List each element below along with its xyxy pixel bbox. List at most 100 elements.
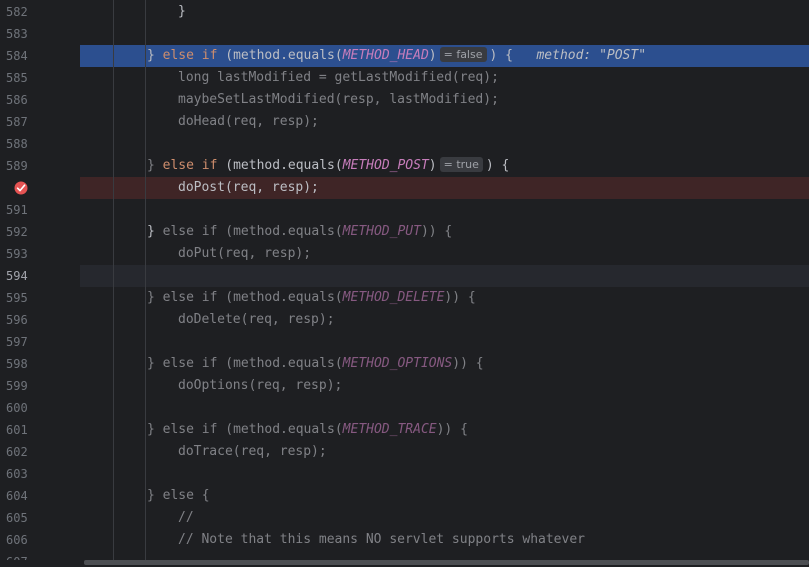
code-text: doPost(req, resp); [178,180,319,195]
gutter-line-587[interactable]: 587 [0,111,80,133]
gutter-line-597[interactable]: 597 [0,331,80,353]
keyword-else: else [162,158,194,173]
code-line-606[interactable]: // Note that this means NO servlet suppo… [80,529,809,551]
code-token: ) [428,158,437,173]
gutter-line-593[interactable]: 593 [0,243,80,265]
code-line-601[interactable]: } else if (method.equals(METHOD_TRACE)) … [80,419,809,441]
line-number: 593 [6,247,28,261]
line-number: 592 [6,225,28,239]
code-line-595[interactable]: } else if (method.equals(METHOD_DELETE))… [80,287,809,309]
code-token: } [147,158,163,173]
code-token: else if (method.equals( [162,422,343,437]
line-number: 602 [6,445,28,459]
gutter[interactable]: 582 583 584 585 586 587 588 589 591 592 … [0,0,80,560]
gutter-line-591[interactable]: 591 [0,199,80,221]
code-token: )) { [452,356,484,371]
code-line-590[interactable]: doPost(req, resp); [80,177,809,199]
code-text: // [178,510,194,525]
code-line-593[interactable]: doPut(req, resp); [80,243,809,265]
gutter-line-601[interactable]: 601 [0,419,80,441]
line-number: 598 [6,357,28,371]
code-line-587[interactable]: doHead(req, resp); [80,111,809,133]
code-text: } else if (method.equals(METHOD_TRACE)) … [147,419,468,441]
code-line-599[interactable]: doOptions(req, resp); [80,375,809,397]
gutter-line-596[interactable]: 596 [0,309,80,331]
gutter-line-607[interactable]: 607 [0,551,80,560]
line-number: 594 [6,269,28,283]
gutter-line-600[interactable]: 600 [0,397,80,419]
code-text: doTrace(req, resp); [178,444,327,459]
code-token: ) [428,48,437,63]
gutter-line-584[interactable]: 584 [0,45,80,67]
gutter-line-585[interactable]: 585 [0,67,80,89]
constant-token: METHOD_OPTIONS [342,356,453,371]
code-token: else if (method.equals(METHOD_PUT)) { [163,224,453,239]
line-number: 605 [6,511,28,525]
code-line-582[interactable]: } [80,1,809,23]
scrollbar-thumb[interactable] [84,560,809,565]
gutter-line-602[interactable]: 602 [0,441,80,463]
gutter-line-606[interactable]: 606 [0,529,80,551]
code-token: )) { [444,290,476,305]
code-token: } [147,224,163,239]
code-token: else if (method.equals( [162,224,343,239]
gutter-line-586[interactable]: 586 [0,89,80,111]
keyword-else: else [162,48,194,63]
code-line-604[interactable]: } else { [80,485,809,507]
code-token: )) { [420,224,453,239]
inline-evaluation-hint[interactable]: = false [439,47,487,62]
code-line-589[interactable]: } else if (method.equals(METHOD_POST) = t… [80,155,809,177]
line-number: 582 [6,5,28,19]
code-line-598[interactable]: } else if (method.equals(METHOD_OPTIONS)… [80,353,809,375]
gutter-line-595[interactable]: 595 [0,287,80,309]
inline-debug-value[interactable]: method: "POST" [536,48,646,63]
code-token: ) { [485,158,510,173]
code-token: } [147,48,163,63]
code-line-585[interactable]: long lastModified = getLastModified(req)… [80,67,809,89]
code-line-596[interactable]: doDelete(req, resp); [80,309,809,331]
keyword-if: if [201,48,218,63]
keyword-if: if [201,158,218,173]
inline-evaluation-hint[interactable]: = true [439,157,483,172]
line-number: 596 [6,313,28,327]
code-token: } [147,290,163,305]
code-text: } else if (method.equals(METHOD_OPTIONS)… [147,353,484,375]
code-line-605[interactable]: // [80,507,809,529]
code-text: } else if (method.equals(METHOD_PUT)) { [147,221,452,243]
line-number: 589 [6,159,28,173]
code-line-586[interactable]: maybeSetLastModified(resp, lastModified)… [80,89,809,111]
line-number: 588 [6,137,28,151]
line-number: 601 [6,423,28,437]
gutter-line-598[interactable]: 598 [0,353,80,375]
gutter-line-599[interactable]: 599 [0,375,80,397]
gutter-line-583[interactable]: 583 [0,23,80,45]
line-number: 603 [6,467,28,481]
gutter-line-592[interactable]: 592 [0,221,80,243]
line-number: 604 [6,489,28,503]
constant-token: METHOD_DELETE [342,290,445,305]
gutter-line-589[interactable]: 589 [0,155,80,177]
breakpoint-icon[interactable] [14,181,28,195]
line-number: 606 [6,533,28,547]
line-number: 607 [6,551,32,560]
code-text: doDelete(req, resp); [178,312,335,327]
code-text: } else if (method.equals(METHOD_POST) = t… [147,155,509,177]
horizontal-scrollbar[interactable] [0,560,809,567]
code-text: maybeSetLastModified(resp, lastModified)… [178,92,499,107]
constant-token: METHOD_HEAD [342,48,429,63]
code-editor[interactable]: 582 583 584 585 586 587 588 589 591 592 … [0,0,809,560]
gutter-line-603[interactable]: 603 [0,463,80,485]
code-area[interactable]: } } else if (method.equals(METHOD_HEAD) =… [80,0,809,560]
gutter-line-605[interactable]: 605 [0,507,80,529]
code-token: else if (method.equals( [162,290,343,305]
gutter-line-594[interactable]: 594 [0,265,80,287]
code-token: } [147,356,163,371]
code-line-592[interactable]: } else if (method.equals(METHOD_PUT)) { [80,221,809,243]
gutter-line-604[interactable]: 604 [0,485,80,507]
code-line-602[interactable]: doTrace(req, resp); [80,441,809,463]
code-line-584[interactable]: } else if (method.equals(METHOD_HEAD) = f… [80,45,809,67]
gutter-line-582[interactable]: 582 [0,1,80,23]
caret-line [80,265,809,287]
gutter-line-590[interactable] [0,177,80,199]
gutter-line-588[interactable]: 588 [0,133,80,155]
